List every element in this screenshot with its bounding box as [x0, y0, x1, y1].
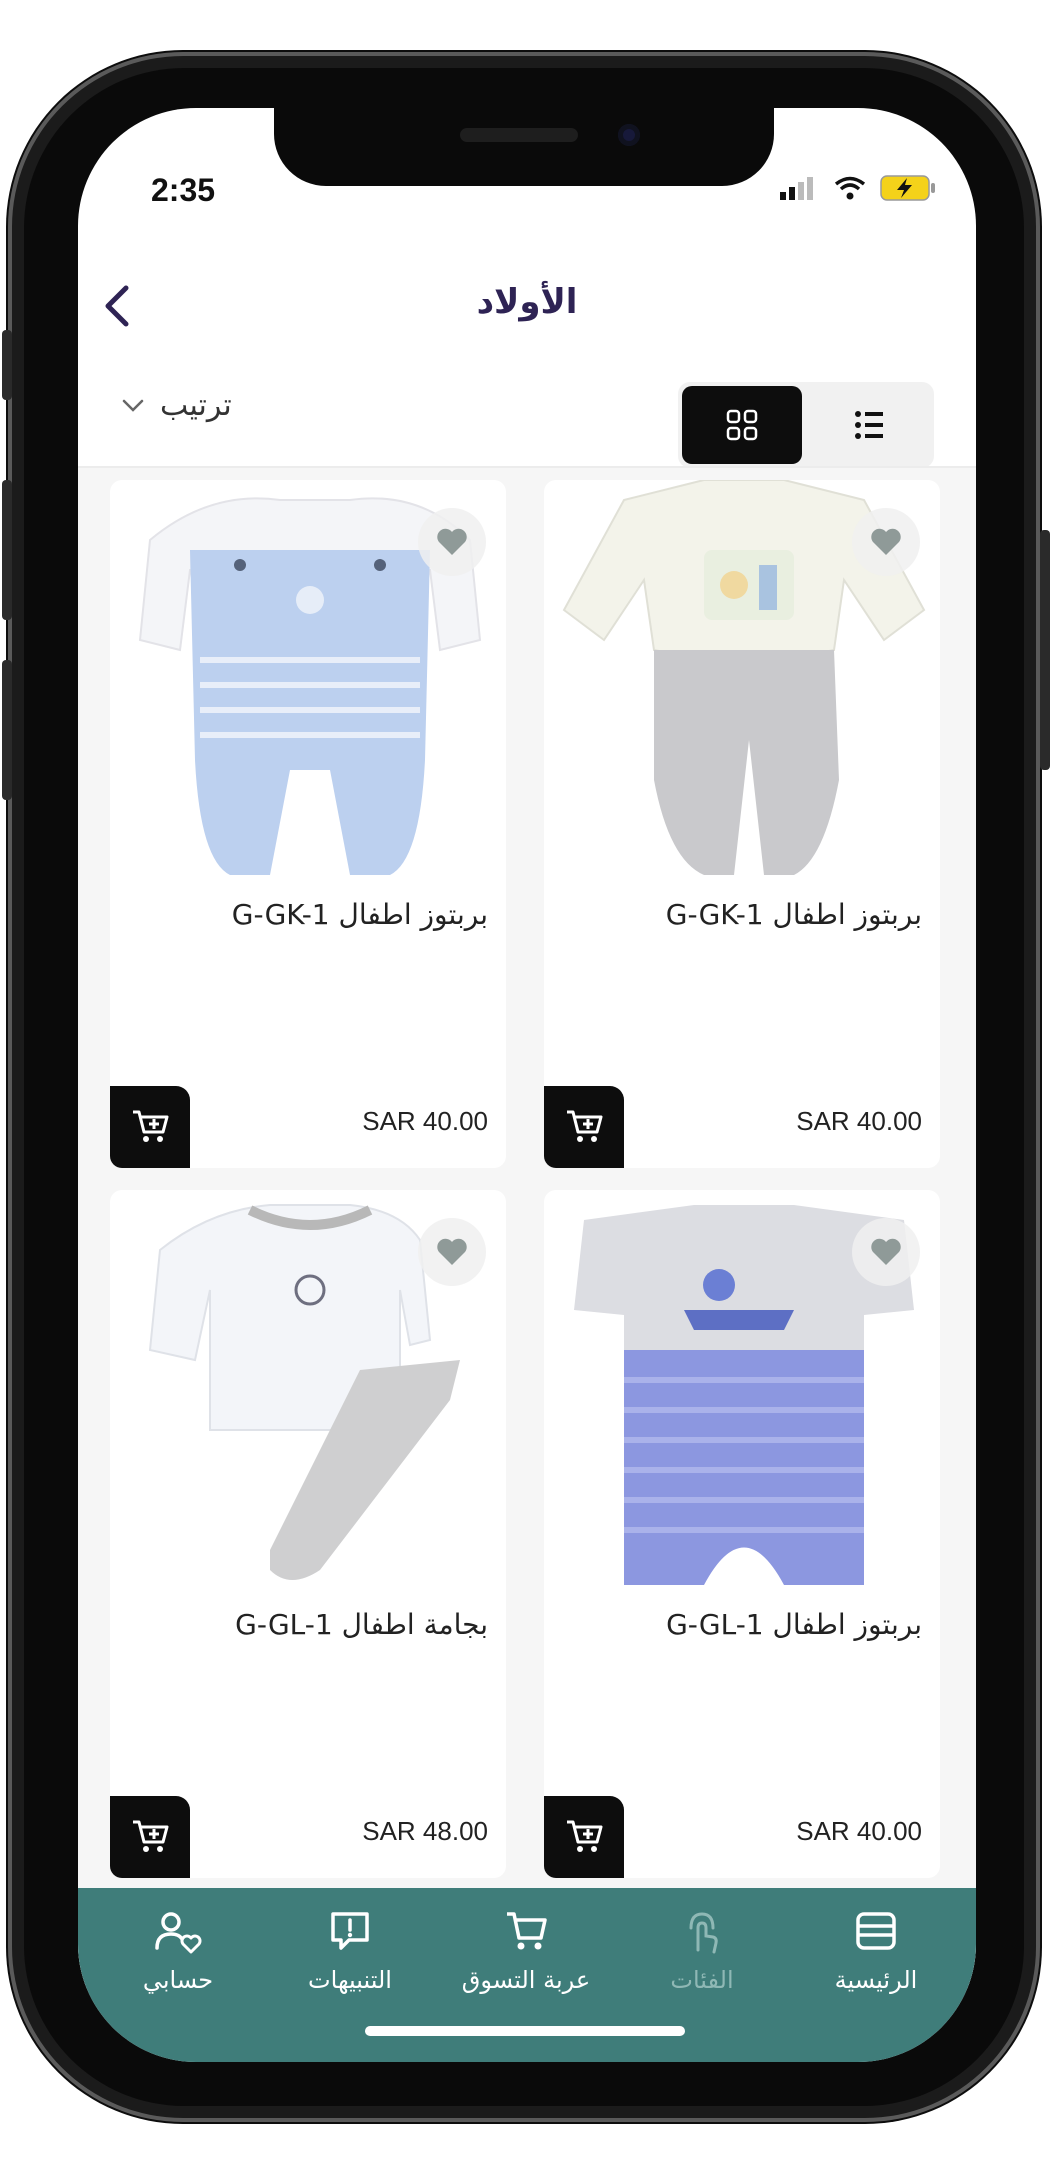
sort-label: ترتيب — [160, 388, 232, 423]
product-card[interactable]: بربتوز اطفال G-GL-1 SAR 40.00 — [544, 1190, 940, 1878]
tab-label: الرئيسية — [834, 1966, 918, 1994]
tab-account[interactable]: حسابي — [98, 1902, 258, 2012]
add-to-cart-button[interactable] — [110, 1796, 190, 1878]
list-icon — [855, 411, 883, 439]
store-icon — [856, 1912, 896, 1950]
tab-categories[interactable]: الفئات — [622, 1902, 782, 2012]
wifi-icon — [834, 176, 866, 200]
product-name: بربتوز اطفال G-GK-1 — [231, 898, 488, 931]
alert-message-icon — [331, 1912, 369, 1950]
cart-plus-icon — [133, 1110, 169, 1142]
favorite-button[interactable] — [418, 1218, 486, 1286]
page-header: الأولاد — [78, 258, 976, 358]
cart-icon — [507, 1912, 547, 1950]
signal-icon — [780, 177, 813, 200]
tab-home[interactable]: الرئيسية — [796, 1902, 956, 2012]
home-indicator — [365, 2026, 685, 2036]
product-name: بربتوز اطفال G-GK-1 — [665, 898, 922, 931]
chevron-down-icon — [122, 399, 144, 412]
status-time: 2:35 — [151, 172, 216, 208]
side-button-left-1 — [2, 330, 12, 400]
product-name: بجامة اطفال G-GL-1 — [235, 1608, 488, 1641]
heart-icon — [437, 1238, 467, 1265]
status-icons — [780, 174, 936, 202]
heart-icon — [437, 528, 467, 555]
product-card[interactable]: بربتوز اطفال G-GK-1 SAR 40.00 — [544, 480, 940, 1168]
toolbar: ترتيب — [78, 360, 976, 468]
battery-charging-icon — [880, 175, 935, 201]
tab-label: حسابي — [142, 1966, 214, 1994]
list-view-button[interactable] — [808, 386, 930, 464]
product-card[interactable]: بربتوز اطفال G-GK-1 SAR 40.00 — [110, 480, 506, 1168]
grid-view-button[interactable] — [682, 386, 802, 464]
add-to-cart-button[interactable] — [544, 1086, 624, 1168]
favorite-button[interactable] — [418, 508, 486, 576]
grid-icon — [726, 409, 758, 441]
app-screen: 2:35 الأولاد ترتيب بربتوز اطفال G-GK-1 S… — [78, 108, 976, 2062]
add-to-cart-button[interactable] — [110, 1086, 190, 1168]
sort-dropdown[interactable]: ترتيب — [122, 388, 232, 423]
tab-notifications[interactable]: التنبيهات — [270, 1902, 430, 2012]
add-to-cart-button[interactable] — [544, 1796, 624, 1878]
product-price: SAR 40.00 — [362, 1106, 488, 1136]
tab-label: التنبيهات — [308, 1966, 392, 1994]
product-price: SAR 40.00 — [796, 1816, 922, 1846]
tap-icon — [689, 1912, 718, 1954]
page-title: الأولاد — [476, 282, 578, 322]
side-button-right — [1040, 530, 1050, 770]
heart-icon — [871, 1238, 901, 1265]
tab-label: الفئات — [670, 1966, 734, 1994]
favorite-button[interactable] — [852, 508, 920, 576]
product-price: SAR 40.00 — [796, 1106, 922, 1136]
side-button-left-3 — [2, 660, 12, 800]
bottom-tab-bar: الرئيسية الفئات عربة التسوق التنبيهات حس… — [78, 1888, 976, 2062]
tab-cart[interactable]: عربة التسوق — [446, 1902, 606, 2012]
cart-plus-icon — [567, 1820, 603, 1852]
front-camera — [618, 124, 640, 146]
speaker — [460, 128, 578, 142]
view-toggle — [678, 382, 934, 468]
product-price: SAR 48.00 — [362, 1816, 488, 1846]
side-button-left-2 — [2, 480, 12, 620]
tab-label: عربة التسوق — [461, 1966, 591, 1994]
cart-plus-icon — [133, 1820, 169, 1852]
heart-icon — [871, 528, 901, 555]
favorite-button[interactable] — [852, 1218, 920, 1286]
user-heart-icon — [155, 1912, 202, 1954]
cart-plus-icon — [567, 1110, 603, 1142]
product-card[interactable]: بجامة اطفال G-GL-1 SAR 48.00 — [110, 1190, 506, 1878]
product-name: بربتوز اطفال G-GL-1 — [666, 1608, 922, 1641]
notch — [274, 108, 774, 186]
